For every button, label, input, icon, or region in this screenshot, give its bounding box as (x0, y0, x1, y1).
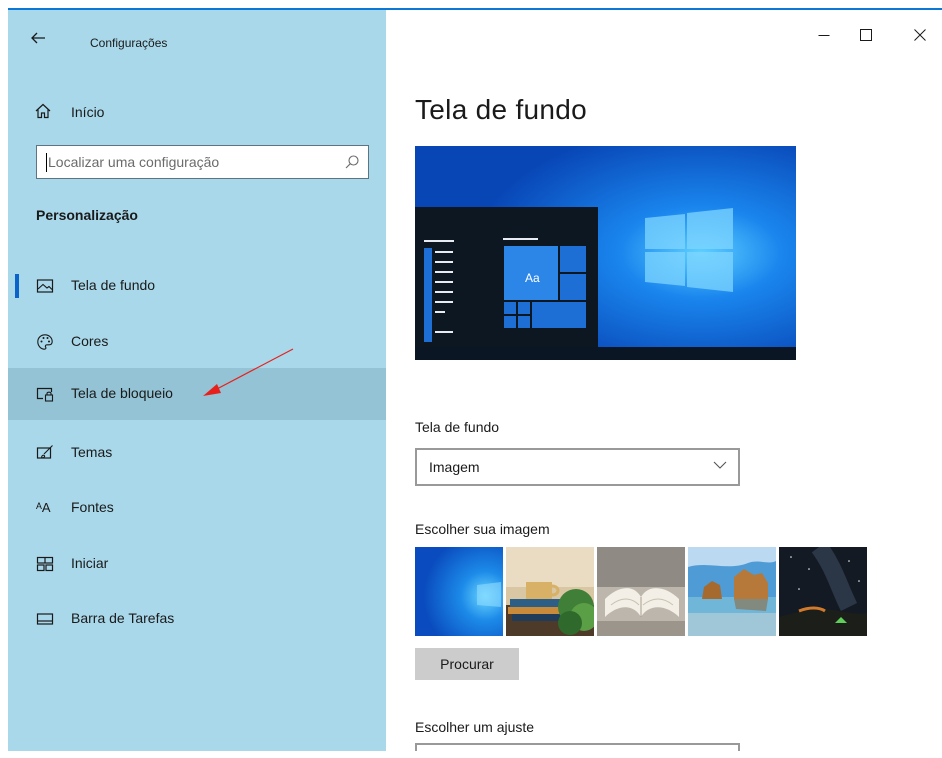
sidebar-item-label: Tela de bloqueio (71, 385, 173, 401)
background-type-dropdown[interactable]: Imagem (415, 448, 740, 486)
thumbnail-windows-blue[interactable] (415, 547, 503, 636)
back-button[interactable] (30, 30, 52, 50)
taskbar-preview (415, 347, 796, 360)
sidebar-item-barra-de-tarefas[interactable]: Barra de Tarefas (8, 593, 386, 645)
thumbnail-beach-rocks[interactable] (688, 547, 776, 636)
sidebar-item-label: Temas (71, 444, 113, 460)
picture-icon (36, 279, 54, 293)
taskbar-icon (36, 613, 54, 625)
close-button[interactable] (900, 28, 940, 56)
image-thumbnails (415, 547, 875, 636)
thumbnail-coffee-books[interactable] (506, 547, 594, 636)
sidebar-item-fontes[interactable]: ᴬA Fontes (8, 482, 386, 534)
sidebar: Configurações Início Personalização Tela… (8, 10, 386, 751)
title-bar: Configurações (8, 10, 386, 60)
desktop-left-strip (0, 0, 8, 758)
chevron-down-icon (713, 461, 727, 469)
thumbnail-open-book[interactable] (597, 547, 685, 636)
sidebar-item-iniciar[interactable]: Iniciar (8, 538, 386, 590)
maximize-icon (860, 29, 872, 41)
settings-window: Configurações Início Personalização Tela… (8, 10, 942, 751)
sidebar-item-tela-de-bloqueio[interactable]: Tela de bloqueio (8, 368, 386, 420)
dropdown-value: Imagem (429, 459, 480, 475)
sidebar-item-label: Cores (71, 333, 109, 349)
section-header: Personalização (36, 207, 138, 223)
start-icon (36, 556, 54, 572)
minimize-icon (818, 35, 830, 36)
sidebar-item-label: Tela de fundo (71, 277, 156, 293)
background-label: Tela de fundo (415, 419, 500, 435)
browse-button[interactable]: Procurar (415, 648, 519, 680)
sidebar-item-label: Barra de Tarefas (71, 610, 175, 626)
minimize-button[interactable] (804, 28, 844, 56)
fit-dropdown[interactable] (415, 743, 740, 751)
close-icon (914, 29, 926, 41)
font-icon: ᴬA (36, 500, 51, 515)
tile-label: Aa (525, 271, 540, 285)
start-menu-preview: Aa (415, 207, 598, 347)
brush-icon (36, 445, 53, 459)
home-nav-item[interactable]: Início (8, 98, 386, 126)
search-box[interactable] (36, 145, 369, 179)
search-input[interactable] (38, 147, 328, 177)
thumbnail-night-sky[interactable] (779, 547, 867, 636)
maximize-button[interactable] (846, 28, 886, 56)
choose-image-label: Escolher sua imagem (415, 521, 550, 537)
main-content: Tela de fundo Aa Tela de fundo Imagem Es… (386, 10, 942, 751)
lock-screen-icon (36, 387, 54, 402)
app-title: Configurações (90, 36, 168, 50)
arrow-left-icon (31, 32, 45, 44)
palette-icon (37, 334, 53, 350)
sidebar-item-tela-de-fundo[interactable]: Tela de fundo (8, 260, 386, 312)
search-icon[interactable] (344, 154, 360, 170)
choose-fit-label: Escolher um ajuste (415, 719, 535, 735)
sidebar-item-label: Fontes (71, 499, 114, 515)
home-icon (35, 103, 51, 119)
desktop-preview: Aa (415, 146, 796, 360)
desktop-bottom-strip (0, 751, 942, 758)
sidebar-item-label: Iniciar (71, 555, 109, 571)
sidebar-item-cores[interactable]: Cores (8, 316, 386, 368)
home-label: Início (71, 104, 105, 120)
page-title: Tela de fundo (415, 94, 588, 125)
sidebar-item-temas[interactable]: Temas (8, 427, 386, 479)
